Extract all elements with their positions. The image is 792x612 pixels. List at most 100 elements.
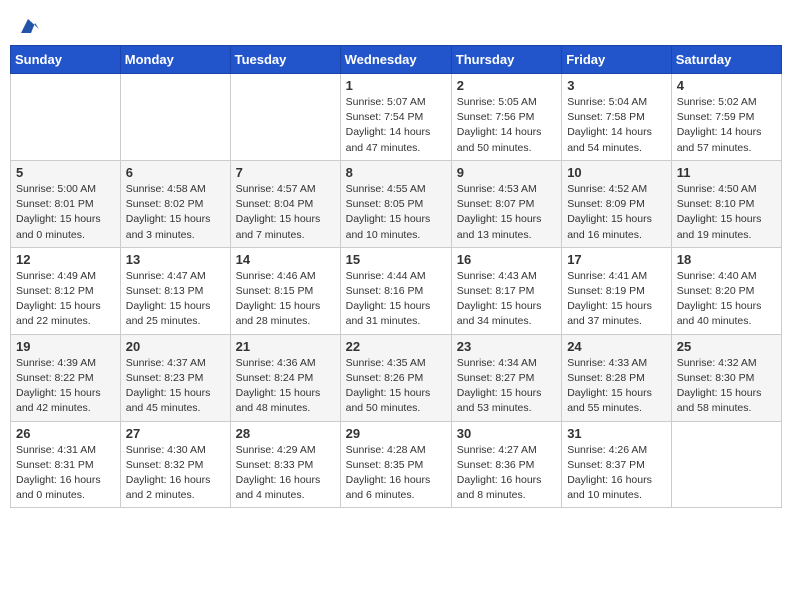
day-cell: 15 Sunrise: 4:44 AMSunset: 8:16 PMDayligh… (340, 247, 451, 334)
calendar-table: SundayMondayTuesdayWednesdayThursdayFrid… (10, 45, 782, 508)
day-cell: 3 Sunrise: 5:04 AMSunset: 7:58 PMDaylight… (562, 74, 672, 161)
day-cell: 5 Sunrise: 5:00 AMSunset: 8:01 PMDaylight… (11, 160, 121, 247)
day-number: 12 (16, 252, 115, 267)
day-info: Sunrise: 4:37 AMSunset: 8:23 PMDaylight:… (126, 356, 225, 417)
calendar-header: SundayMondayTuesdayWednesdayThursdayFrid… (11, 46, 782, 74)
day-cell: 16 Sunrise: 4:43 AMSunset: 8:17 PMDayligh… (451, 247, 561, 334)
day-number: 18 (677, 252, 776, 267)
header-tuesday: Tuesday (230, 46, 340, 74)
week-row-2: 12 Sunrise: 4:49 AMSunset: 8:12 PMDayligh… (11, 247, 782, 334)
day-info: Sunrise: 4:43 AMSunset: 8:17 PMDaylight:… (457, 269, 556, 330)
week-row-4: 26Sunrise: 4:31 AMSunset: 8:31 PMDayligh… (11, 421, 782, 508)
day-cell: 14 Sunrise: 4:46 AMSunset: 8:15 PMDayligh… (230, 247, 340, 334)
day-number: 11 (677, 165, 776, 180)
day-cell (120, 74, 230, 161)
day-cell: 18 Sunrise: 4:40 AMSunset: 8:20 PMDayligh… (671, 247, 781, 334)
day-info: Sunrise: 4:53 AMSunset: 8:07 PMDaylight:… (457, 182, 556, 243)
day-number: 2 (457, 78, 556, 93)
day-info: Sunrise: 4:30 AMSunset: 8:32 PMDaylight:… (126, 443, 225, 504)
header-monday: Monday (120, 46, 230, 74)
day-info: Sunrise: 4:34 AMSunset: 8:27 PMDaylight:… (457, 356, 556, 417)
day-number: 24 (567, 339, 666, 354)
day-info: Sunrise: 4:57 AMSunset: 8:04 PMDaylight:… (236, 182, 335, 243)
header-row: SundayMondayTuesdayWednesdayThursdayFrid… (11, 46, 782, 74)
day-cell: 11 Sunrise: 4:50 AMSunset: 8:10 PMDayligh… (671, 160, 781, 247)
day-info: Sunrise: 4:40 AMSunset: 8:20 PMDaylight:… (677, 269, 776, 330)
day-number: 16 (457, 252, 556, 267)
day-info: Sunrise: 4:49 AMSunset: 8:12 PMDaylight:… (16, 269, 115, 330)
day-info: Sunrise: 4:44 AMSunset: 8:16 PMDaylight:… (346, 269, 446, 330)
day-info: Sunrise: 4:31 AMSunset: 8:31 PMDaylight:… (16, 443, 115, 504)
day-number: 5 (16, 165, 115, 180)
week-row-3: 19Sunrise: 4:39 AMSunset: 8:22 PMDayligh… (11, 334, 782, 421)
day-info: Sunrise: 4:36 AMSunset: 8:24 PMDaylight:… (236, 356, 335, 417)
day-info: Sunrise: 4:26 AMSunset: 8:37 PMDaylight:… (567, 443, 666, 504)
day-cell: 17 Sunrise: 4:41 AMSunset: 8:19 PMDayligh… (562, 247, 672, 334)
day-cell: 9Sunrise: 4:53 AMSunset: 8:07 PMDaylight… (451, 160, 561, 247)
day-info: Sunrise: 4:52 AMSunset: 8:09 PMDaylight:… (567, 182, 666, 243)
day-number: 27 (126, 426, 225, 441)
day-number: 23 (457, 339, 556, 354)
day-number: 6 (126, 165, 225, 180)
header-friday: Friday (562, 46, 672, 74)
day-number: 19 (16, 339, 115, 354)
day-number: 28 (236, 426, 335, 441)
day-number: 17 (567, 252, 666, 267)
day-cell: 4 Sunrise: 5:02 AMSunset: 7:59 PMDaylight… (671, 74, 781, 161)
day-info: Sunrise: 4:35 AMSunset: 8:26 PMDaylight:… (346, 356, 446, 417)
day-cell (11, 74, 121, 161)
day-cell: 10 Sunrise: 4:52 AMSunset: 8:09 PMDayligh… (562, 160, 672, 247)
day-number: 15 (346, 252, 446, 267)
day-info: Sunrise: 4:27 AMSunset: 8:36 PMDaylight:… (457, 443, 556, 504)
header-wednesday: Wednesday (340, 46, 451, 74)
day-number: 14 (236, 252, 335, 267)
day-cell: 24 Sunrise: 4:33 AMSunset: 8:28 PMDayligh… (562, 334, 672, 421)
day-info: Sunrise: 4:50 AMSunset: 8:10 PMDaylight:… (677, 182, 776, 243)
page-header (10, 10, 782, 37)
day-info: Sunrise: 4:46 AMSunset: 8:15 PMDaylight:… (236, 269, 335, 330)
day-number: 30 (457, 426, 556, 441)
day-number: 13 (126, 252, 225, 267)
day-cell: 27 Sunrise: 4:30 AMSunset: 8:32 PMDayligh… (120, 421, 230, 508)
day-number: 22 (346, 339, 446, 354)
day-number: 3 (567, 78, 666, 93)
day-info: Sunrise: 5:04 AMSunset: 7:58 PMDaylight:… (567, 95, 666, 156)
day-number: 31 (567, 426, 666, 441)
day-info: Sunrise: 5:02 AMSunset: 7:59 PMDaylight:… (677, 95, 776, 156)
day-number: 20 (126, 339, 225, 354)
day-cell: 23 Sunrise: 4:34 AMSunset: 8:27 PMDayligh… (451, 334, 561, 421)
day-number: 10 (567, 165, 666, 180)
day-info: Sunrise: 5:07 AMSunset: 7:54 PMDaylight:… (346, 95, 446, 156)
day-cell: 2 Sunrise: 5:05 AMSunset: 7:56 PMDaylight… (451, 74, 561, 161)
week-row-0: 1 Sunrise: 5:07 AMSunset: 7:54 PMDaylight… (11, 74, 782, 161)
day-number: 7 (236, 165, 335, 180)
day-cell: 7 Sunrise: 4:57 AMSunset: 8:04 PMDaylight… (230, 160, 340, 247)
day-info: Sunrise: 5:00 AMSunset: 8:01 PMDaylight:… (16, 182, 115, 243)
day-cell: 29Sunrise: 4:28 AMSunset: 8:35 PMDayligh… (340, 421, 451, 508)
day-cell: 1 Sunrise: 5:07 AMSunset: 7:54 PMDaylight… (340, 74, 451, 161)
header-sunday: Sunday (11, 46, 121, 74)
day-cell: 6 Sunrise: 4:58 AMSunset: 8:02 PMDaylight… (120, 160, 230, 247)
day-cell: 31 Sunrise: 4:26 AMSunset: 8:37 PMDayligh… (562, 421, 672, 508)
day-info: Sunrise: 4:29 AMSunset: 8:33 PMDaylight:… (236, 443, 335, 504)
day-number: 21 (236, 339, 335, 354)
day-info: Sunrise: 4:47 AMSunset: 8:13 PMDaylight:… (126, 269, 225, 330)
day-cell: 19Sunrise: 4:39 AMSunset: 8:22 PMDayligh… (11, 334, 121, 421)
day-info: Sunrise: 5:05 AMSunset: 7:56 PMDaylight:… (457, 95, 556, 156)
logo (15, 15, 39, 37)
day-cell: 13 Sunrise: 4:47 AMSunset: 8:13 PMDayligh… (120, 247, 230, 334)
day-cell (230, 74, 340, 161)
logo-icon (17, 15, 39, 37)
day-number: 1 (346, 78, 446, 93)
day-info: Sunrise: 4:58 AMSunset: 8:02 PMDaylight:… (126, 182, 225, 243)
day-cell: 20 Sunrise: 4:37 AMSunset: 8:23 PMDayligh… (120, 334, 230, 421)
day-info: Sunrise: 4:41 AMSunset: 8:19 PMDaylight:… (567, 269, 666, 330)
day-number: 25 (677, 339, 776, 354)
day-cell: 8Sunrise: 4:55 AMSunset: 8:05 PMDaylight… (340, 160, 451, 247)
day-cell: 25Sunrise: 4:32 AMSunset: 8:30 PMDayligh… (671, 334, 781, 421)
day-number: 4 (677, 78, 776, 93)
day-info: Sunrise: 4:33 AMSunset: 8:28 PMDaylight:… (567, 356, 666, 417)
day-info: Sunrise: 4:28 AMSunset: 8:35 PMDaylight:… (346, 443, 446, 504)
header-saturday: Saturday (671, 46, 781, 74)
day-cell (671, 421, 781, 508)
